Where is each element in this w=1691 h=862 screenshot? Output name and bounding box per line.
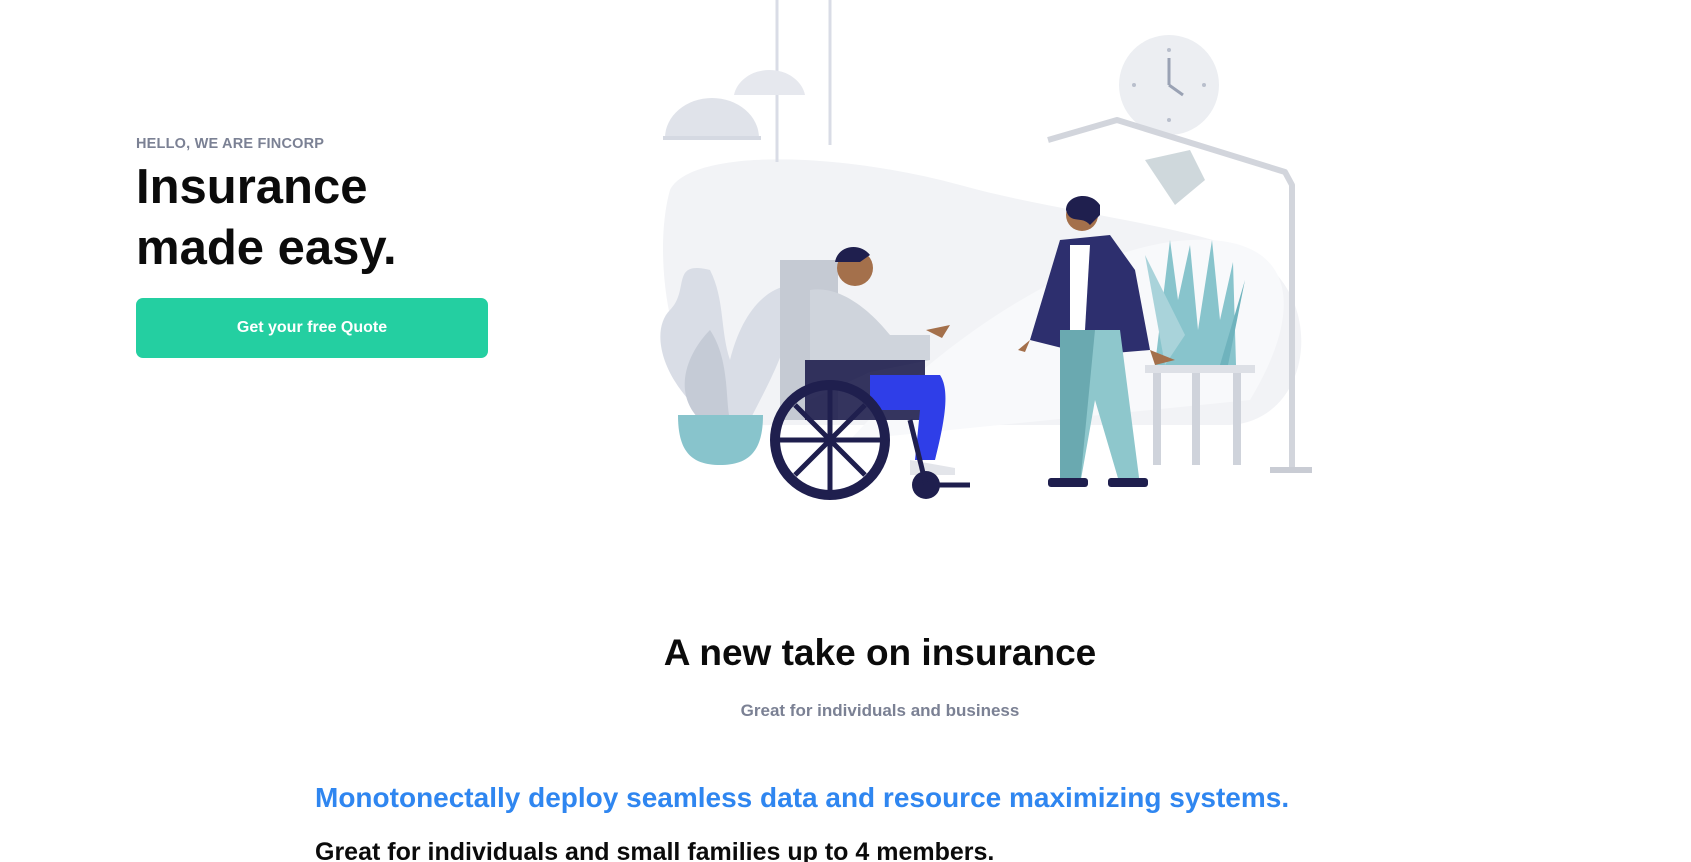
hero-text-block: HELLO, WE ARE FINCORP Insurance made eas… [136, 135, 556, 279]
hero-title-line2: made easy. [136, 221, 397, 275]
landing-page: HELLO, WE ARE FINCORP Insurance made eas… [0, 0, 1691, 862]
hero-title: Insurance made easy. [136, 157, 556, 279]
pendant-lamp-icon [663, 0, 832, 162]
section-subtitle: Great for individuals and business [740, 701, 1020, 720]
hero-eyebrow: HELLO, WE ARE FINCORP [136, 136, 325, 152]
feature-text: Great for individuals and small families… [315, 838, 995, 862]
wall-clock-icon [1119, 35, 1219, 135]
feature-headline: Monotonectally deploy seamless data and … [315, 782, 1290, 813]
get-free-quote-button[interactable]: Get your free Quote [136, 298, 488, 358]
hero-title-line1: Insurance [136, 160, 368, 214]
section-title: A new take on insurance [663, 632, 1097, 673]
hero-illustration [660, 0, 1312, 500]
